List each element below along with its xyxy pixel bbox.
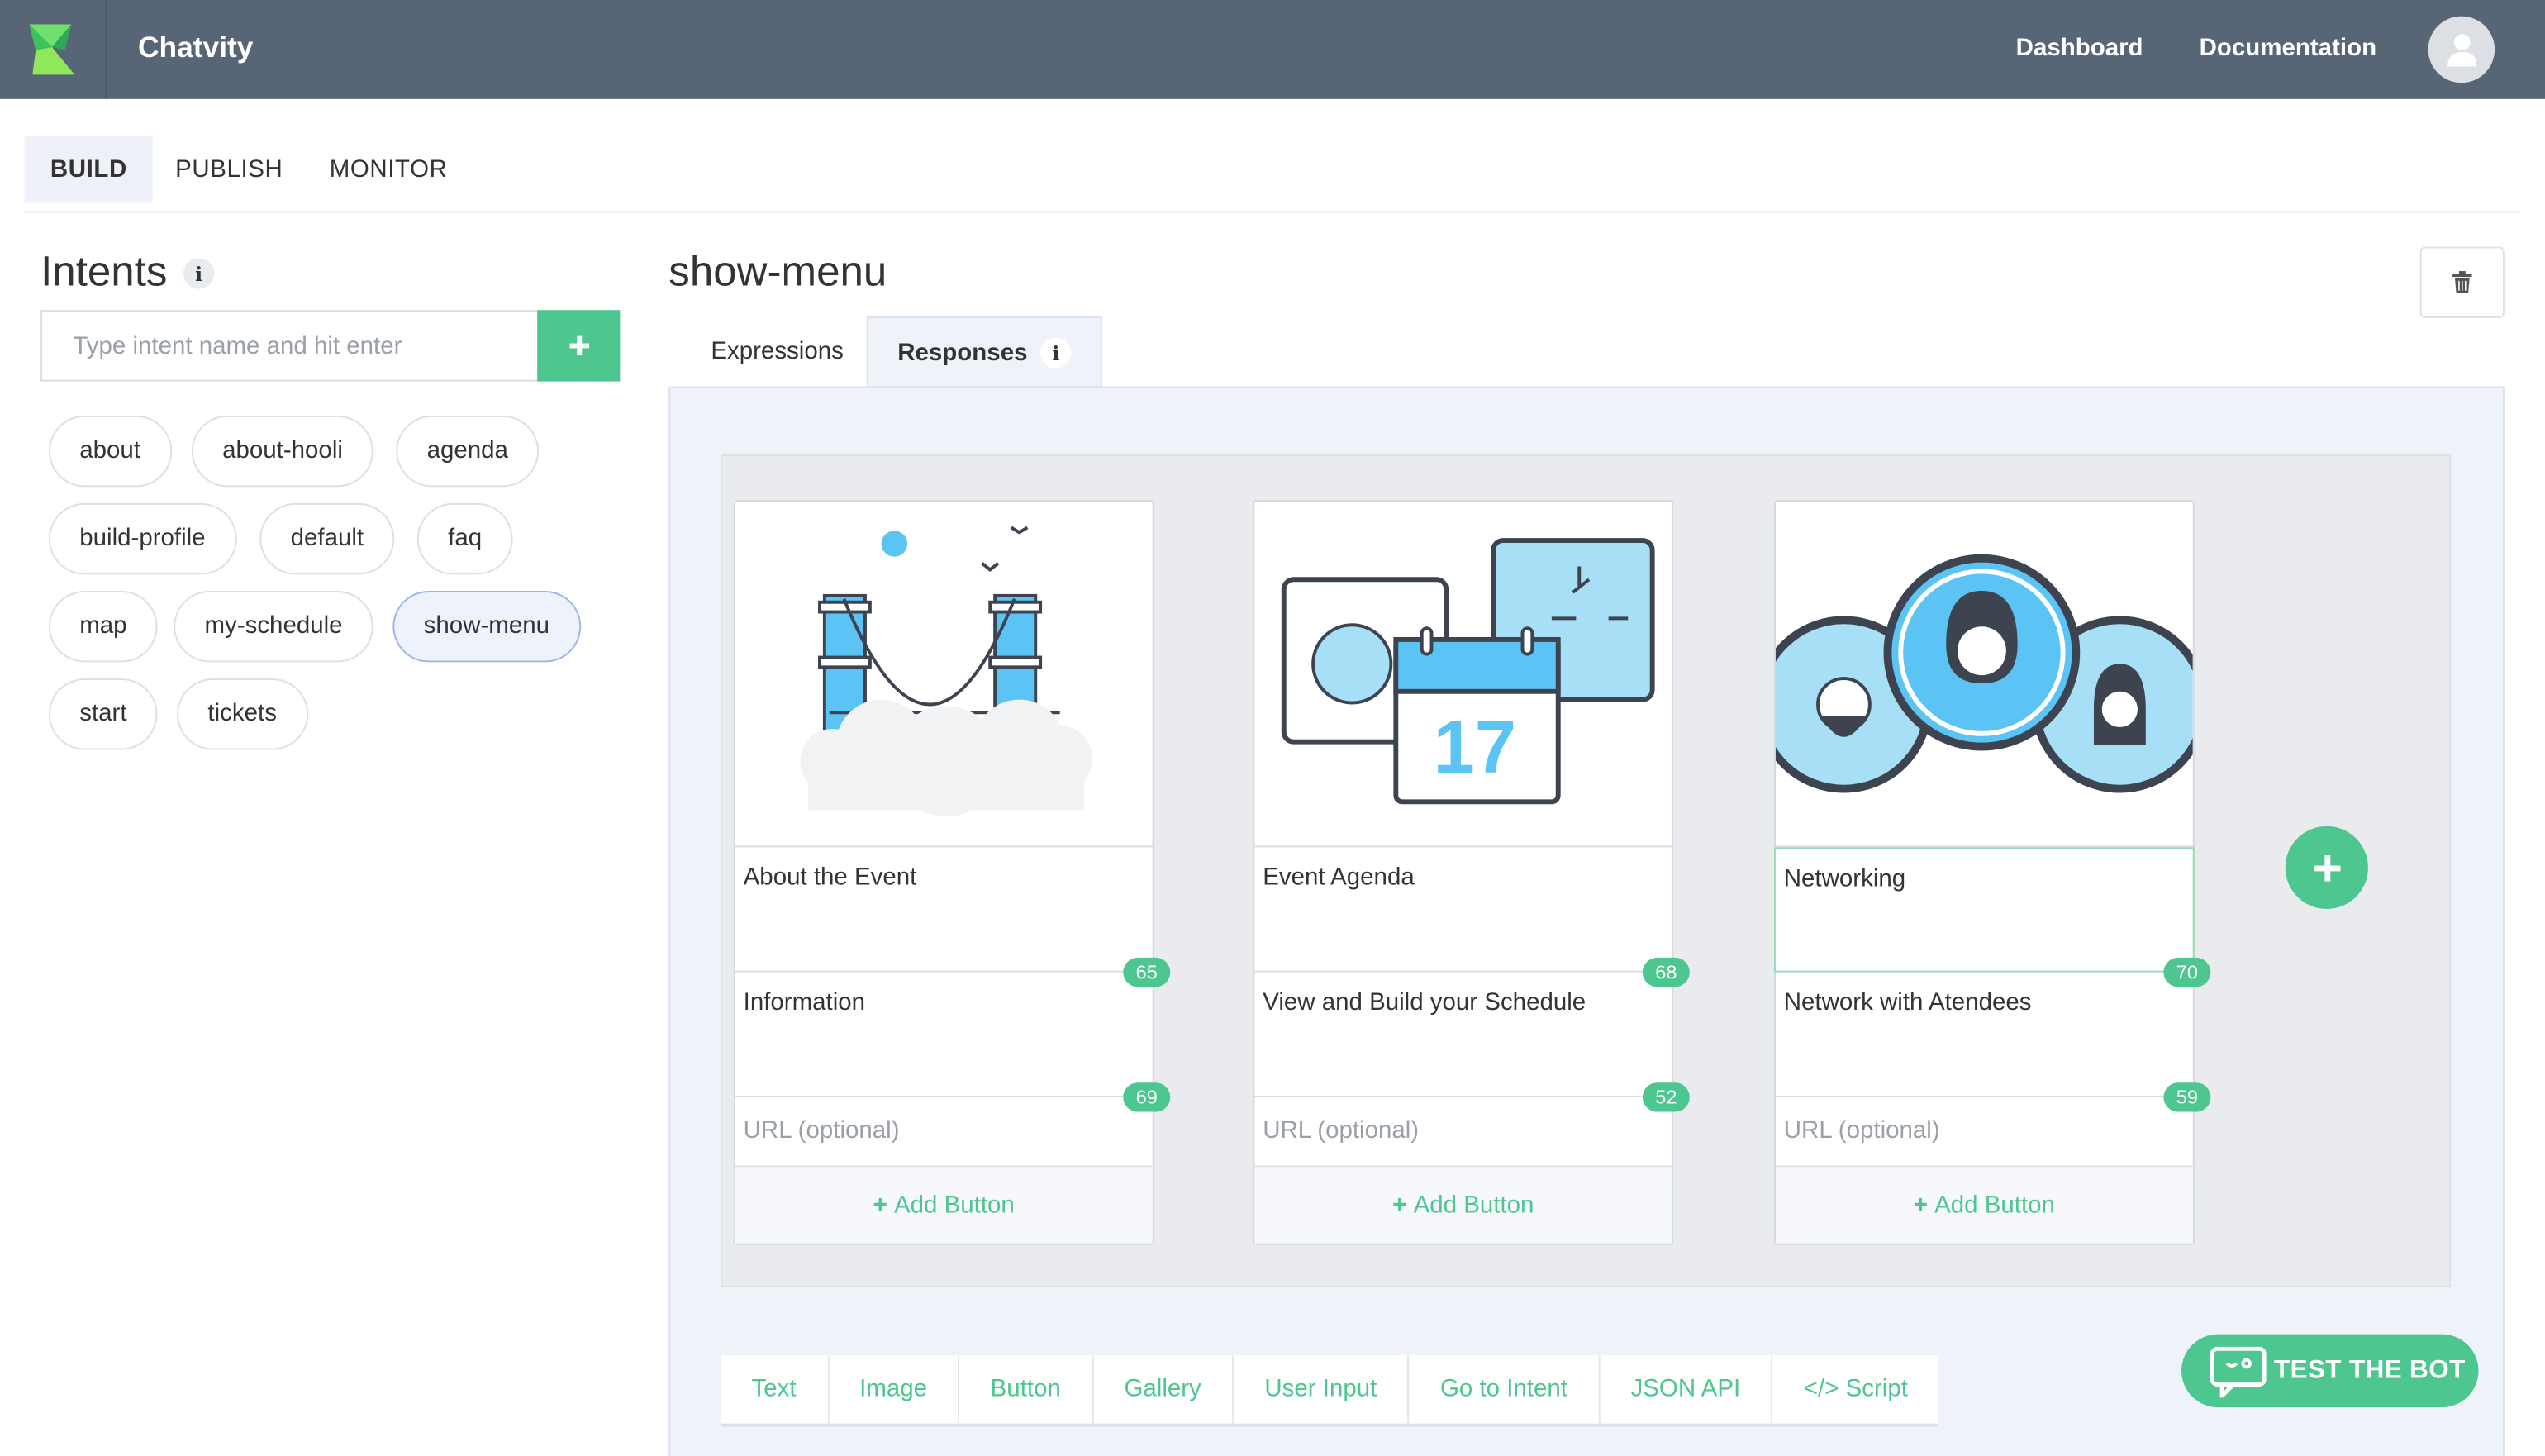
intent-chip-about-hooli[interactable]: about-hooli [191, 415, 374, 488]
subtitle-char-count-badge: 52 [1642, 1082, 1690, 1112]
intent-chip-default[interactable]: default [259, 502, 395, 575]
test-the-bot-label: TEST THE BOT [2273, 1356, 2466, 1384]
intents-heading: Intents [40, 247, 167, 297]
intent-chip-agenda[interactable]: agenda [396, 415, 540, 488]
test-the-bot-button[interactable]: TEST THE BOT [2181, 1334, 2479, 1408]
top-nav-bar [0, 0, 2545, 99]
tab-build[interactable]: BUILD [24, 136, 154, 203]
subtitle-char-count-badge: 69 [1123, 1082, 1171, 1112]
add-button-label: Add Button [1413, 1191, 1534, 1220]
response-type-toolbar: Text Image Button Gallery User Input Go … [721, 1355, 1939, 1427]
gallery-card: 17 Event Agenda View and Build your Sche… [1253, 500, 1690, 1245]
plus-icon: + [873, 1191, 895, 1220]
tab-expressions[interactable]: Expressions [682, 316, 873, 388]
chatvity-logo[interactable] [0, 0, 107, 99]
add-text-response-button[interactable]: Text [721, 1355, 829, 1424]
logo-icon [29, 24, 75, 75]
plus-icon [2314, 854, 2340, 881]
add-script-response-button[interactable]: </> Script [1772, 1355, 1938, 1424]
tab-publish[interactable]: PUBLISH [150, 136, 309, 203]
card-title-field[interactable]: About the Event [735, 847, 1153, 973]
card-url-field[interactable]: URL (optional) [1776, 1097, 2193, 1166]
gallery-card: About the Event Information URL (optiona… [733, 500, 1171, 1245]
card-title-field[interactable]: Event Agenda [1254, 847, 1672, 973]
intent-chip-show-menu[interactable]: show-menu [392, 591, 581, 663]
svg-text:17: 17 [1433, 706, 1516, 789]
add-card-button[interactable] [2285, 826, 2368, 910]
add-button-label: Add Button [1934, 1191, 2055, 1220]
intent-chip-about[interactable]: about [48, 415, 172, 488]
tab-responses[interactable]: Responses i [866, 316, 1102, 388]
intent-name-input[interactable] [40, 310, 538, 382]
user-avatar[interactable] [2428, 16, 2495, 83]
plus-icon [568, 335, 589, 356]
add-intent-button[interactable] [537, 310, 621, 382]
intent-chip-start[interactable]: start [48, 678, 158, 750]
dashboard-link[interactable]: Dashboard [2016, 34, 2143, 61]
card-image-calendar[interactable]: 17 [1254, 502, 1672, 848]
trash-icon [2452, 271, 2472, 293]
add-button-button[interactable]: + Add Button [735, 1165, 1153, 1244]
title-char-count-badge: 68 [1642, 957, 1690, 987]
card-image-people[interactable] [1775, 502, 2193, 848]
intent-chip-faq[interactable]: faq [416, 502, 513, 575]
intent-chip-build-profile[interactable]: build-profile [48, 502, 236, 575]
documentation-link[interactable]: Documentation [2200, 34, 2376, 61]
brand-name[interactable]: Chatvity [138, 31, 253, 64]
intent-title: show-menu [668, 246, 887, 296]
add-image-response-button[interactable]: Image [829, 1355, 960, 1424]
card-subtitle-field[interactable]: Network with Atendees [1775, 973, 2193, 1097]
people-illustration-icon [1775, 554, 2193, 793]
card-subtitle-field[interactable]: Information [735, 973, 1153, 1097]
add-button-button[interactable]: + Add Button [1775, 1165, 2193, 1244]
card-subtitle-field[interactable]: View and Build your Schedule [1254, 973, 1672, 1097]
add-button-button[interactable]: + Add Button [1254, 1165, 1672, 1244]
intent-chip-my-schedule[interactable]: my-schedule [174, 591, 373, 663]
intents-info-icon[interactable]: i [183, 258, 215, 289]
plus-icon: + [1392, 1191, 1414, 1220]
intents-title: Intents [40, 246, 168, 296]
title-char-count-badge: 70 [2163, 957, 2211, 987]
bridge-illustration-icon [800, 526, 1092, 817]
user-icon [2447, 33, 2476, 66]
tabs-divider [24, 211, 2521, 213]
intent-chip-map[interactable]: map [48, 591, 158, 663]
delete-intent-button[interactable] [2419, 246, 2505, 319]
intent-chip-tickets[interactable]: tickets [177, 678, 308, 750]
calendar-illustration-icon: 17 [1281, 538, 1655, 805]
card-image-bridge[interactable] [735, 502, 1153, 848]
add-json-api-response-button[interactable]: JSON API [1600, 1355, 1773, 1424]
tab-monitor[interactable]: MONITOR [303, 136, 473, 203]
add-go-to-intent-response-button[interactable]: Go to Intent [1410, 1355, 1601, 1424]
add-button-response-button[interactable]: Button [959, 1355, 1094, 1424]
add-gallery-response-button[interactable]: Gallery [1093, 1355, 1234, 1424]
tab-responses-label: Responses [897, 338, 1028, 366]
subtitle-char-count-badge: 59 [2163, 1082, 2211, 1112]
responses-info-icon[interactable]: i [1040, 337, 1072, 369]
card-url-field[interactable]: URL (optional) [735, 1097, 1153, 1166]
code-icon: </> [1803, 1374, 1846, 1403]
add-user-input-response-button[interactable]: User Input [1234, 1355, 1410, 1424]
add-button-label: Add Button [894, 1191, 1015, 1220]
gallery-card: Networking Network with Atendees URL (op… [1773, 500, 2211, 1245]
title-char-count-badge: 65 [1123, 957, 1171, 987]
chat-bot-icon [2210, 1345, 2267, 1397]
plus-icon: + [1913, 1191, 1935, 1220]
script-label: Script [1845, 1374, 1908, 1403]
card-title-field[interactable]: Networking [1773, 847, 2195, 973]
card-url-field[interactable]: URL (optional) [1254, 1097, 1672, 1166]
